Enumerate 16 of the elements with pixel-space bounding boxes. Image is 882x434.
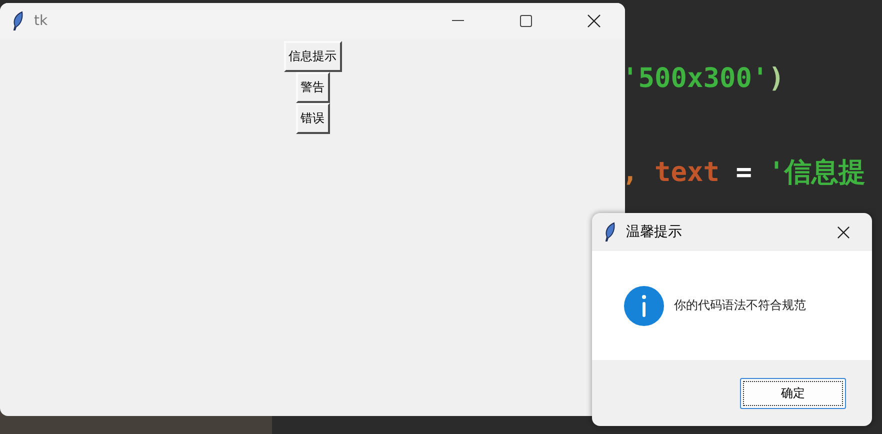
ok-button[interactable]: 确定 [740,378,846,408]
tk-button[interactable]: 错误 [296,103,330,134]
dialog-title: 温馨提示 [626,223,683,241]
dialog-message: 你的代码语法不符合规范 [674,297,806,314]
maximize-icon [520,15,532,27]
minimize-icon [452,20,464,22]
feather-icon [604,222,616,242]
tk-button[interactable]: 警告 [296,72,330,103]
window-title: tk [34,13,49,29]
close-icon [587,14,601,28]
code-line: '500x300') [622,62,786,96]
code-line: , text = '信息提 [622,156,866,190]
feather-icon [12,11,24,31]
tk-button[interactable]: 信息提示 [284,41,342,72]
info-icon [624,286,664,326]
close-icon [836,226,850,238]
